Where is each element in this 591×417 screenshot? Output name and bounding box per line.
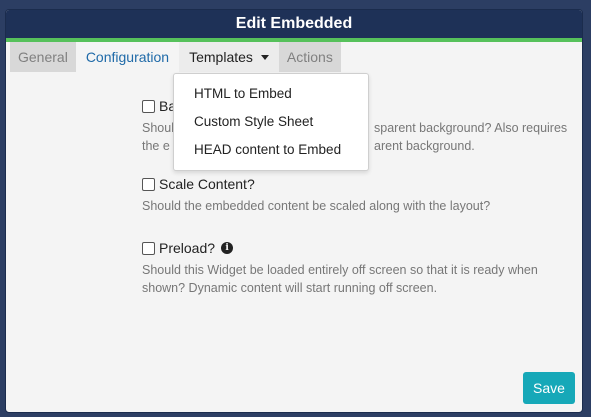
preload-label: Preload?: [159, 240, 216, 256]
tab-actions[interactable]: Actions: [278, 42, 341, 72]
scale-content-checkbox[interactable]: [142, 177, 155, 191]
tab-bar: General Configuration Templates Actions: [10, 42, 341, 72]
preload-checkbox[interactable]: [142, 241, 155, 255]
caret-down-icon: [260, 54, 269, 60]
scale-content-help: Should the embedded content be scaled al…: [142, 199, 491, 213]
tab-templates[interactable]: Templates: [179, 42, 279, 72]
menu-item-head-content[interactable]: HEAD content to Embed: [174, 136, 368, 164]
save-button[interactable]: Save: [523, 372, 575, 404]
edit-embedded-dialog: Edit Embedded General Configuration Temp…: [5, 9, 583, 413]
background-help-line1-right: sparent background? Also requires: [374, 121, 568, 135]
scale-content-label: Scale Content?: [159, 176, 255, 192]
tab-general[interactable]: General: [10, 42, 76, 72]
background-checkbox[interactable]: [142, 99, 155, 113]
scale-content-field: Scale Content? Should the embedded conte…: [142, 176, 572, 215]
preload-field: Preload? i Should this Widget be loaded …: [142, 240, 572, 297]
background-help-line1-left: Shoul: [142, 121, 174, 135]
background-help-line2-right: arent background.: [374, 139, 475, 153]
dialog-title: Edit Embedded: [6, 10, 582, 38]
menu-item-custom-style-sheet[interactable]: Custom Style Sheet: [174, 108, 368, 136]
tab-configuration[interactable]: Configuration: [76, 42, 179, 72]
menu-item-html-to-embed[interactable]: HTML to Embed: [174, 80, 368, 108]
templates-dropdown-menu: HTML to Embed Custom Style Sheet HEAD co…: [173, 73, 369, 171]
tab-templates-label: Templates: [189, 49, 253, 65]
info-circle-icon[interactable]: i: [221, 242, 234, 254]
preload-help: Should this Widget be loaded entirely of…: [142, 263, 538, 295]
background-help-line2-left: the e: [142, 139, 170, 153]
